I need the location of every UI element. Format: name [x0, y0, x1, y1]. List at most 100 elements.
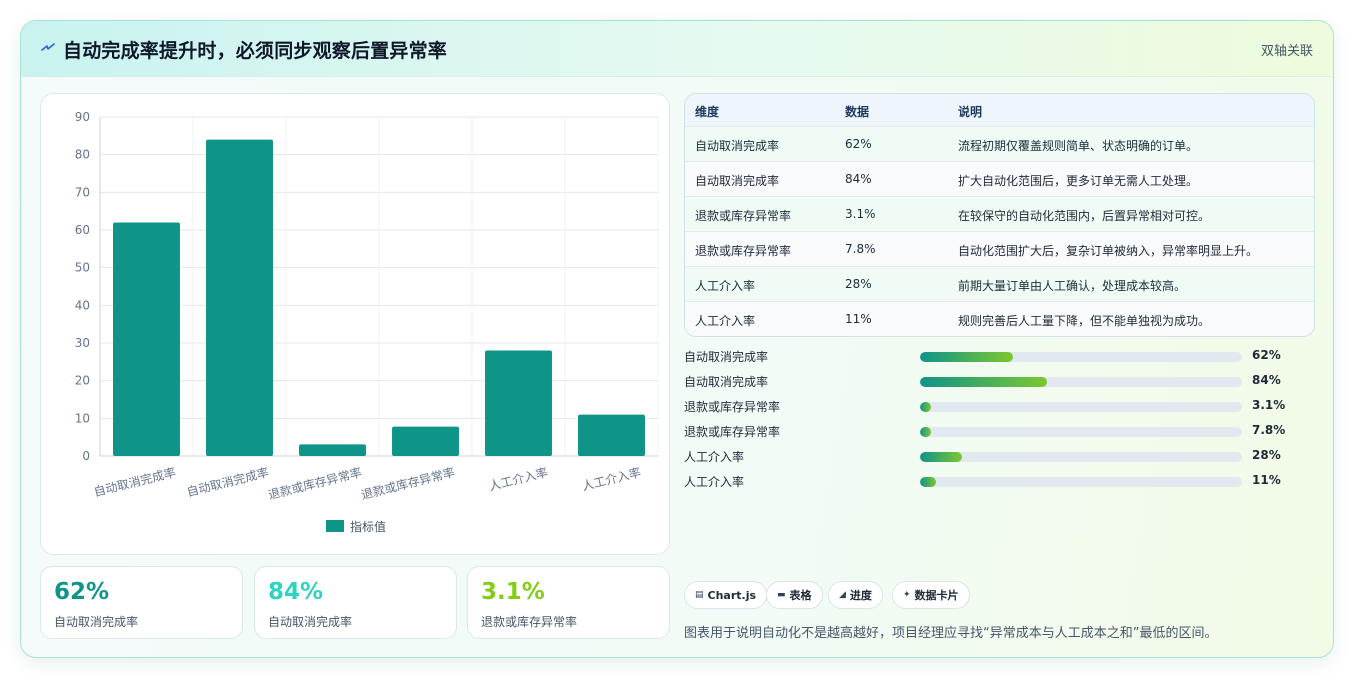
data-table: 维度 数据 说明 自动取消完成率 62% 流程初期仅覆盖规则简单、状态明确的订单…	[684, 93, 1315, 337]
chip-chartjs[interactable]: ▤ Chart.js	[684, 581, 768, 609]
progress-label: 人工介入率	[684, 450, 745, 464]
progress-value: 84%	[1252, 373, 1281, 387]
bar	[578, 414, 645, 456]
progress-value: 62%	[1252, 348, 1281, 362]
chip-label: 数据卡片	[914, 589, 959, 602]
y-tick-label: 60	[75, 223, 90, 237]
table-header-cell: 数据	[845, 105, 870, 119]
footnote: 图表用于说明自动化不是越高越好，项目经理应寻找“异常成本与人工成本之和”最低的区…	[684, 626, 1218, 641]
table-header-cell: 说明	[958, 105, 983, 119]
bar	[299, 444, 366, 456]
y-tick-label: 20	[75, 374, 90, 388]
table-cell: 11%	[845, 312, 872, 326]
bar-chart: 0 10 20 30 40 50 60 70 80 90 自动取消完成率 自动取消完成率 退款或库存异常…	[40, 93, 670, 555]
y-tick-label: 80	[75, 148, 90, 162]
table-cell: 62%	[845, 137, 872, 151]
progress-track	[920, 352, 1242, 362]
table-icon: ▬	[777, 590, 786, 600]
kpi-label: 自动取消完成率	[54, 615, 139, 629]
table-cell: 28%	[845, 277, 872, 291]
y-tick-label: 70	[75, 185, 90, 199]
x-tick-label: 人工介入率	[580, 464, 642, 493]
table-cell: 退款或库存异常率	[695, 209, 792, 223]
bar	[392, 426, 459, 456]
progress-fill	[920, 452, 962, 462]
x-tick-label: 自动取消完成率	[92, 464, 177, 499]
table-cell: 人工介入率	[695, 279, 756, 293]
x-tick-label: 退款或库存异常率	[266, 464, 363, 502]
chip-label: Chart.js	[707, 588, 757, 602]
legend-swatch	[326, 520, 344, 532]
progress-value: 3.1%	[1252, 398, 1286, 412]
progress-track	[920, 402, 1242, 412]
table-row: 退款或库存异常率 7.8% 自动化范围扩大后，复杂订单被纳入，异常率明显上升。	[685, 232, 1314, 267]
x-tick-label: 人工介入率	[487, 464, 549, 493]
progress-value: 11%	[1252, 473, 1281, 487]
table-cell: 自动取消完成率	[695, 174, 780, 188]
x-tick-label: 自动取消完成率	[185, 464, 270, 499]
progress-label: 自动取消完成率	[684, 375, 769, 389]
progress-value: 28%	[1252, 448, 1281, 462]
legend-label: 指标值	[350, 519, 386, 534]
card-header: 自动完成率提升时，必须同步观察后置异常率 双轴关联	[21, 21, 1333, 77]
table-cell: 自动取消完成率	[695, 139, 780, 153]
progress-label: 自动取消完成率	[684, 350, 769, 364]
table-cell: 84%	[845, 172, 872, 186]
progress-fill	[920, 402, 932, 412]
kpi-card: 62% 自动取消完成率	[40, 566, 243, 639]
chip-progress[interactable]: ◢ 进度	[828, 581, 883, 609]
progress-value: 7.8%	[1252, 423, 1286, 437]
chip-data-cards[interactable]: ✦ 数据卡片	[892, 581, 970, 609]
progress-row: 退款或库存异常率 3.1%	[684, 396, 1324, 416]
chip-table[interactable]: ▬ 表格	[766, 581, 823, 609]
table-cell: 在较保守的自动化范围内，后置异常相对可控。	[958, 209, 1211, 223]
table-cell: 前期大量订单由人工确认，处理成本较高。	[958, 279, 1187, 293]
progress-icon: ◢	[839, 590, 846, 600]
header-tag: 双轴关联	[1260, 44, 1313, 59]
page-title: 自动完成率提升时，必须同步观察后置异常率	[63, 40, 448, 62]
table-row: 人工介入率 28% 前期大量订单由人工确认，处理成本较高。	[685, 267, 1314, 302]
progress-row: 自动取消完成率 62%	[684, 346, 1324, 366]
table-header-row: 维度 数据 说明	[685, 94, 1314, 127]
kpi-value: 3.1%	[481, 579, 545, 605]
progress-track	[920, 427, 1242, 437]
progress-row: 退款或库存异常率 7.8%	[684, 421, 1324, 441]
table-row: 自动取消完成率 84% 扩大自动化范围后，更多订单无需人工处理。	[685, 162, 1314, 197]
kpi-label: 退款或库存异常率	[481, 615, 578, 629]
table-cell: 自动化范围扩大后，复杂订单被纳入，异常率明显上升。	[958, 244, 1259, 258]
dashboard-card: 自动完成率提升时，必须同步观察后置异常率 双轴关联 0 10 20 30 40 50 60 7…	[20, 20, 1334, 658]
table-header-cell: 维度	[695, 105, 720, 119]
table-cell: 退款或库存异常率	[695, 244, 792, 258]
lightning-icon	[41, 43, 55, 51]
kpi-card: 3.1% 退款或库存异常率	[467, 566, 670, 639]
kpi-card: 84% 自动取消完成率	[254, 566, 457, 639]
chip-label: 进度	[849, 589, 872, 602]
progress-row: 人工介入率 28%	[684, 446, 1324, 466]
kpi-value: 62%	[54, 579, 110, 605]
table-cell: 流程初期仅覆盖规则简单、状态明确的订单。	[958, 139, 1199, 153]
table-row: 自动取消完成率 62% 流程初期仅覆盖规则简单、状态明确的订单。	[685, 127, 1314, 162]
progress-fill	[920, 377, 1048, 387]
x-tick-label: 退款或库存异常率	[359, 464, 456, 502]
progress-track	[920, 477, 1242, 487]
progress-label: 退款或库存异常率	[684, 400, 781, 414]
table-cell: 7.8%	[845, 242, 876, 256]
progress-label: 人工介入率	[684, 475, 745, 489]
progress-row: 人工介入率 11%	[684, 471, 1324, 491]
progress-fill	[920, 427, 932, 437]
y-tick-label: 0	[82, 449, 90, 463]
progress-label: 退款或库存异常率	[684, 425, 781, 439]
table-row: 退款或库存异常率 3.1% 在较保守的自动化范围内，后置异常相对可控。	[685, 197, 1314, 232]
table-cell: 规则完善后人工量下降，但不能单独视为成功。	[958, 314, 1211, 328]
chip-label: 表格	[789, 589, 812, 602]
table-cell: 人工介入率	[695, 314, 756, 328]
table-cell: 3.1%	[845, 207, 876, 221]
y-tick-label: 40	[75, 298, 90, 312]
bar	[206, 139, 273, 456]
bar	[485, 350, 552, 456]
progress-track	[920, 377, 1242, 387]
kpi-value: 84%	[268, 579, 324, 605]
sparkle-icon: ✦	[903, 590, 911, 600]
y-tick-label: 50	[75, 261, 90, 275]
progress-fill	[920, 477, 937, 487]
